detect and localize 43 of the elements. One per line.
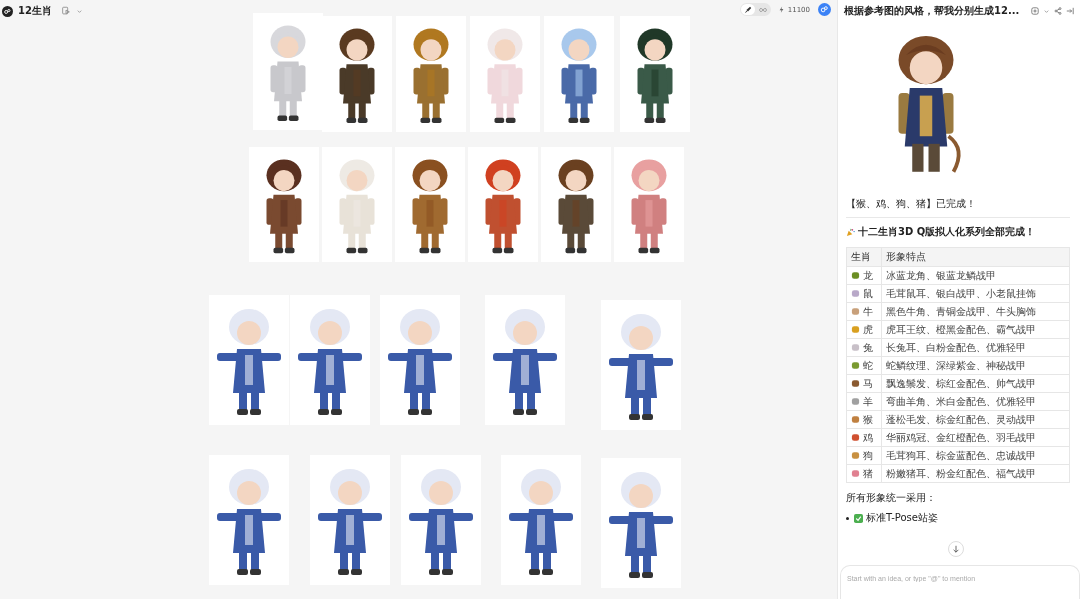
zodiac-name: 鼠: [863, 286, 873, 301]
traits-cell: 华丽鸡冠、金红橙配色、羽毛战甲: [881, 428, 1070, 447]
chat-title: 根据参考图的风格，帮我分别生成12...: [844, 4, 1021, 18]
arrow-down-icon: [952, 545, 960, 553]
traits-cell: 蓬松毛发、棕金红配色、灵动战甲: [881, 410, 1070, 429]
traits-cell: 飘逸鬃发、棕红金配色、帅气战甲: [881, 374, 1070, 393]
zodiac-name: 蛇: [863, 358, 873, 373]
document-icon[interactable]: [60, 6, 71, 16]
column-header: 形象特点: [881, 247, 1070, 267]
traits-cell: 虎耳王纹、橙黑金配色、霸气战甲: [881, 320, 1070, 339]
checkmark-icon: [854, 513, 863, 523]
zodiac-name: 牛: [863, 304, 873, 319]
bullet-dot-icon: [846, 516, 849, 520]
zodiac-name: 猪: [863, 466, 873, 481]
add-icon[interactable]: [1031, 7, 1039, 15]
bullet-text: 标准T-Pose站姿: [866, 511, 938, 525]
zodiac-name: 猴: [863, 412, 873, 427]
traits-cell: 冰蓝龙角、银蓝龙鳞战甲: [881, 266, 1070, 285]
traits-cell: 毛茸狗耳、棕金蓝配色、忠诚战甲: [881, 446, 1070, 465]
zodiac-name: 羊: [863, 394, 873, 409]
logo-icon[interactable]: [2, 5, 13, 17]
traits-cell: 毛茸鼠耳、银白战甲、小老鼠挂饰: [881, 284, 1070, 303]
zodiac-name: 马: [863, 376, 873, 391]
lightning-icon: [778, 6, 784, 13]
party-popper-icon: [846, 227, 855, 237]
traits-cell: 蛇鳞纹理、深绿紫金、神秘战甲: [881, 356, 1070, 375]
project-title[interactable]: 12生肖: [18, 4, 52, 18]
zodiac-name: 狗: [863, 448, 873, 463]
zodiac-name: 龙: [863, 268, 873, 283]
column-header: 生肖: [846, 247, 882, 267]
zodiac-name: 兔: [863, 340, 873, 355]
section-label: 所有形象统一采用：: [846, 491, 937, 505]
share-icon[interactable]: [1054, 7, 1062, 15]
traits-cell: 黑色牛角、青铜金战甲、牛头胸饰: [881, 302, 1070, 321]
traits-cell: 粉嫩猪耳、粉金红配色、福气战甲: [881, 464, 1070, 483]
traits-cell: 长兔耳、白粉金配色、优雅轻甲: [881, 338, 1070, 357]
headline-text: 十二生肖3D Q版拟人化系列全部完成！: [858, 225, 1036, 239]
zodiac-name: 虎: [863, 322, 873, 337]
traits-cell: 弯曲羊角、米白金配色、优雅轻甲: [881, 392, 1070, 411]
infinity-icon: [758, 5, 767, 14]
zodiac-name: 鸡: [863, 430, 873, 445]
avatar-icon[interactable]: [818, 3, 831, 16]
status-message: 【猴、鸡、狗、猪】已完成！: [846, 197, 977, 211]
